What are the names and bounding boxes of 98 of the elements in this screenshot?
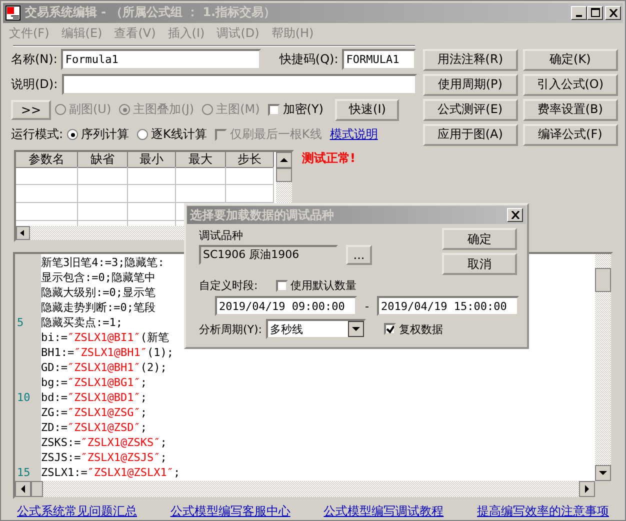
radio-option[interactable]: 序列计算 <box>67 126 130 144</box>
end-time-field[interactable]: 2019/04/19 15:00:00 <box>376 296 519 316</box>
window-title: 交易系统编辑 - （所属公式组 ： 1.指标交易） <box>25 4 277 22</box>
status-message: 测试正常! <box>302 150 356 167</box>
radio-button[interactable] <box>137 129 148 140</box>
horizontal-scrollbar[interactable] <box>15 481 595 497</box>
checkbox-option[interactable]: 加密(Y) <box>268 101 324 118</box>
code-line: 显示包含:=0;隐藏笔中 <box>41 271 156 284</box>
scroll-left-icon[interactable] <box>15 481 31 497</box>
quick-button[interactable]: 快速(I) <box>335 98 400 121</box>
scroll-right-icon[interactable] <box>579 481 595 497</box>
scroll-thumb[interactable] <box>595 268 611 292</box>
table-cell <box>16 166 78 185</box>
code-line: GD:=″ZSLX1@BH1″(2); <box>41 361 167 374</box>
action-button[interactable]: 用法注释(R) <box>422 48 518 71</box>
close-button[interactable] <box>605 6 621 20</box>
ok-button[interactable]: 确定 <box>442 228 517 250</box>
dialog-title: 选择要加载数据的调试品种 <box>190 206 335 224</box>
table-cell <box>128 184 176 203</box>
app-icon <box>5 4 21 21</box>
name-field[interactable]: Formula1 <box>61 49 262 70</box>
code-line: 隐藏买卖点:=1; <box>41 316 122 330</box>
help-link[interactable]: 提高编写效率的注意事项 <box>476 503 609 520</box>
table-cell <box>128 166 176 185</box>
column-header[interactable]: 最小 <box>128 152 176 168</box>
column-header[interactable]: 缺省 <box>78 152 128 168</box>
code-line: ZD:=″ZSLX1@ZSD″; <box>41 421 147 434</box>
code-line: 隐藏大级别:=0;显示笔 <box>41 286 156 300</box>
close-icon <box>510 211 520 219</box>
table-cell <box>226 166 274 185</box>
checkbox-option[interactable]: 使用默认数量 <box>276 278 357 293</box>
action-button[interactable]: 引入公式(O) <box>522 74 618 96</box>
code-line: 新笔3旧笔4:=3;隐藏笔: <box>41 256 164 270</box>
scroll-up-icon[interactable] <box>276 152 292 168</box>
code-line: BH1:=″ZSLX1@BH1″(1); <box>41 346 174 360</box>
vertical-scrollbar[interactable] <box>595 254 611 481</box>
line-number: 5 <box>17 316 24 330</box>
close-icon <box>608 8 618 17</box>
checkbox-option[interactable]: 复权数据 <box>384 322 444 336</box>
radio-button[interactable] <box>67 129 78 140</box>
code-line: ZSJS:=″ZSLX1@ZSJS″; <box>41 451 167 464</box>
column-header[interactable]: 参数名 <box>16 152 78 168</box>
table-cell <box>78 184 128 203</box>
minimize-icon <box>576 14 582 17</box>
browse-button[interactable]: ... <box>346 245 372 265</box>
field-label: 运行模式: <box>11 126 64 144</box>
field-label: 调试品种 <box>199 228 244 243</box>
scroll-thumb[interactable] <box>276 168 292 182</box>
scroll-thumb[interactable] <box>31 481 43 497</box>
line-number: 10 <box>17 391 30 404</box>
expand-button[interactable]: >> <box>11 100 51 120</box>
maximize-button[interactable] <box>587 6 603 20</box>
cancel-button[interactable]: 取消 <box>442 253 517 275</box>
action-button[interactable]: 确定(K) <box>522 48 618 71</box>
code-line: bd:=″ZSLX1@BD1″; <box>41 391 147 404</box>
table-cell <box>16 202 78 221</box>
table-cell <box>176 166 226 185</box>
table-cell <box>78 202 128 221</box>
shortcut-field[interactable]: FORMULA1 <box>342 49 416 70</box>
field-label: 名称(N): <box>11 51 58 68</box>
field-label: 说明(D): <box>11 76 58 94</box>
line-number: 15 <box>17 466 30 480</box>
instrument-field: SC1906 原油1906 <box>199 245 338 265</box>
action-button[interactable]: 公式测评(E) <box>422 98 518 121</box>
close-button[interactable] <box>507 208 523 222</box>
column-header[interactable]: 最大 <box>176 152 226 168</box>
period-dropdown[interactable]: 多秒线 <box>266 319 366 339</box>
help-link[interactable]: 公式模型编写客服中心 <box>170 503 290 520</box>
radio-option[interactable]: 逐K线计算 <box>137 126 207 144</box>
range-separator: - <box>365 300 369 312</box>
column-header[interactable]: 步长 <box>226 152 274 168</box>
action-button[interactable]: 应用于图(A) <box>422 124 518 146</box>
checkmark-icon <box>386 324 394 334</box>
code-line: ZSLX1:=″ZSLX1@ZSLX1″; <box>41 466 180 480</box>
code-line: ZG:=″ZSLX1@ZSG″; <box>41 406 147 420</box>
maximize-icon <box>590 8 600 18</box>
description-field[interactable] <box>62 74 417 96</box>
field-label: 自定义时段: <box>199 278 258 293</box>
code-line: bg:=″ZSLX1@BG1″; <box>41 376 147 390</box>
checkbox[interactable] <box>384 323 396 335</box>
minimize-button[interactable] <box>571 6 587 20</box>
table-cell <box>16 184 78 203</box>
scroll-down-icon[interactable] <box>595 465 611 481</box>
scroll-left-icon[interactable] <box>16 226 30 240</box>
field-label: 快捷码(Q): <box>279 51 338 68</box>
mode-help-link[interactable]: 模式说明 <box>330 126 378 144</box>
field-label: 分析周期(Y): <box>199 322 262 336</box>
checkbox[interactable] <box>276 280 288 292</box>
table-cell <box>78 166 128 185</box>
action-button[interactable]: 编译公式(F) <box>522 124 618 146</box>
action-button[interactable]: 使用周期(P) <box>422 74 518 96</box>
code-line: bi:=″ZSLX1@BI1″(新笔 <box>41 331 169 344</box>
code-line: ZSKS:=″ZSLX1@ZSKS″; <box>41 436 167 450</box>
action-button[interactable]: 费率设置(B) <box>522 98 618 121</box>
code-line: 隐藏走势判断:=0;笔段 <box>41 301 156 314</box>
start-time-field[interactable]: 2019/04/19 09:00:00 <box>215 296 357 316</box>
help-link[interactable]: 公式系统常见问题汇总 <box>17 503 137 520</box>
help-link[interactable]: 公式模型编写调试教程 <box>324 503 444 520</box>
